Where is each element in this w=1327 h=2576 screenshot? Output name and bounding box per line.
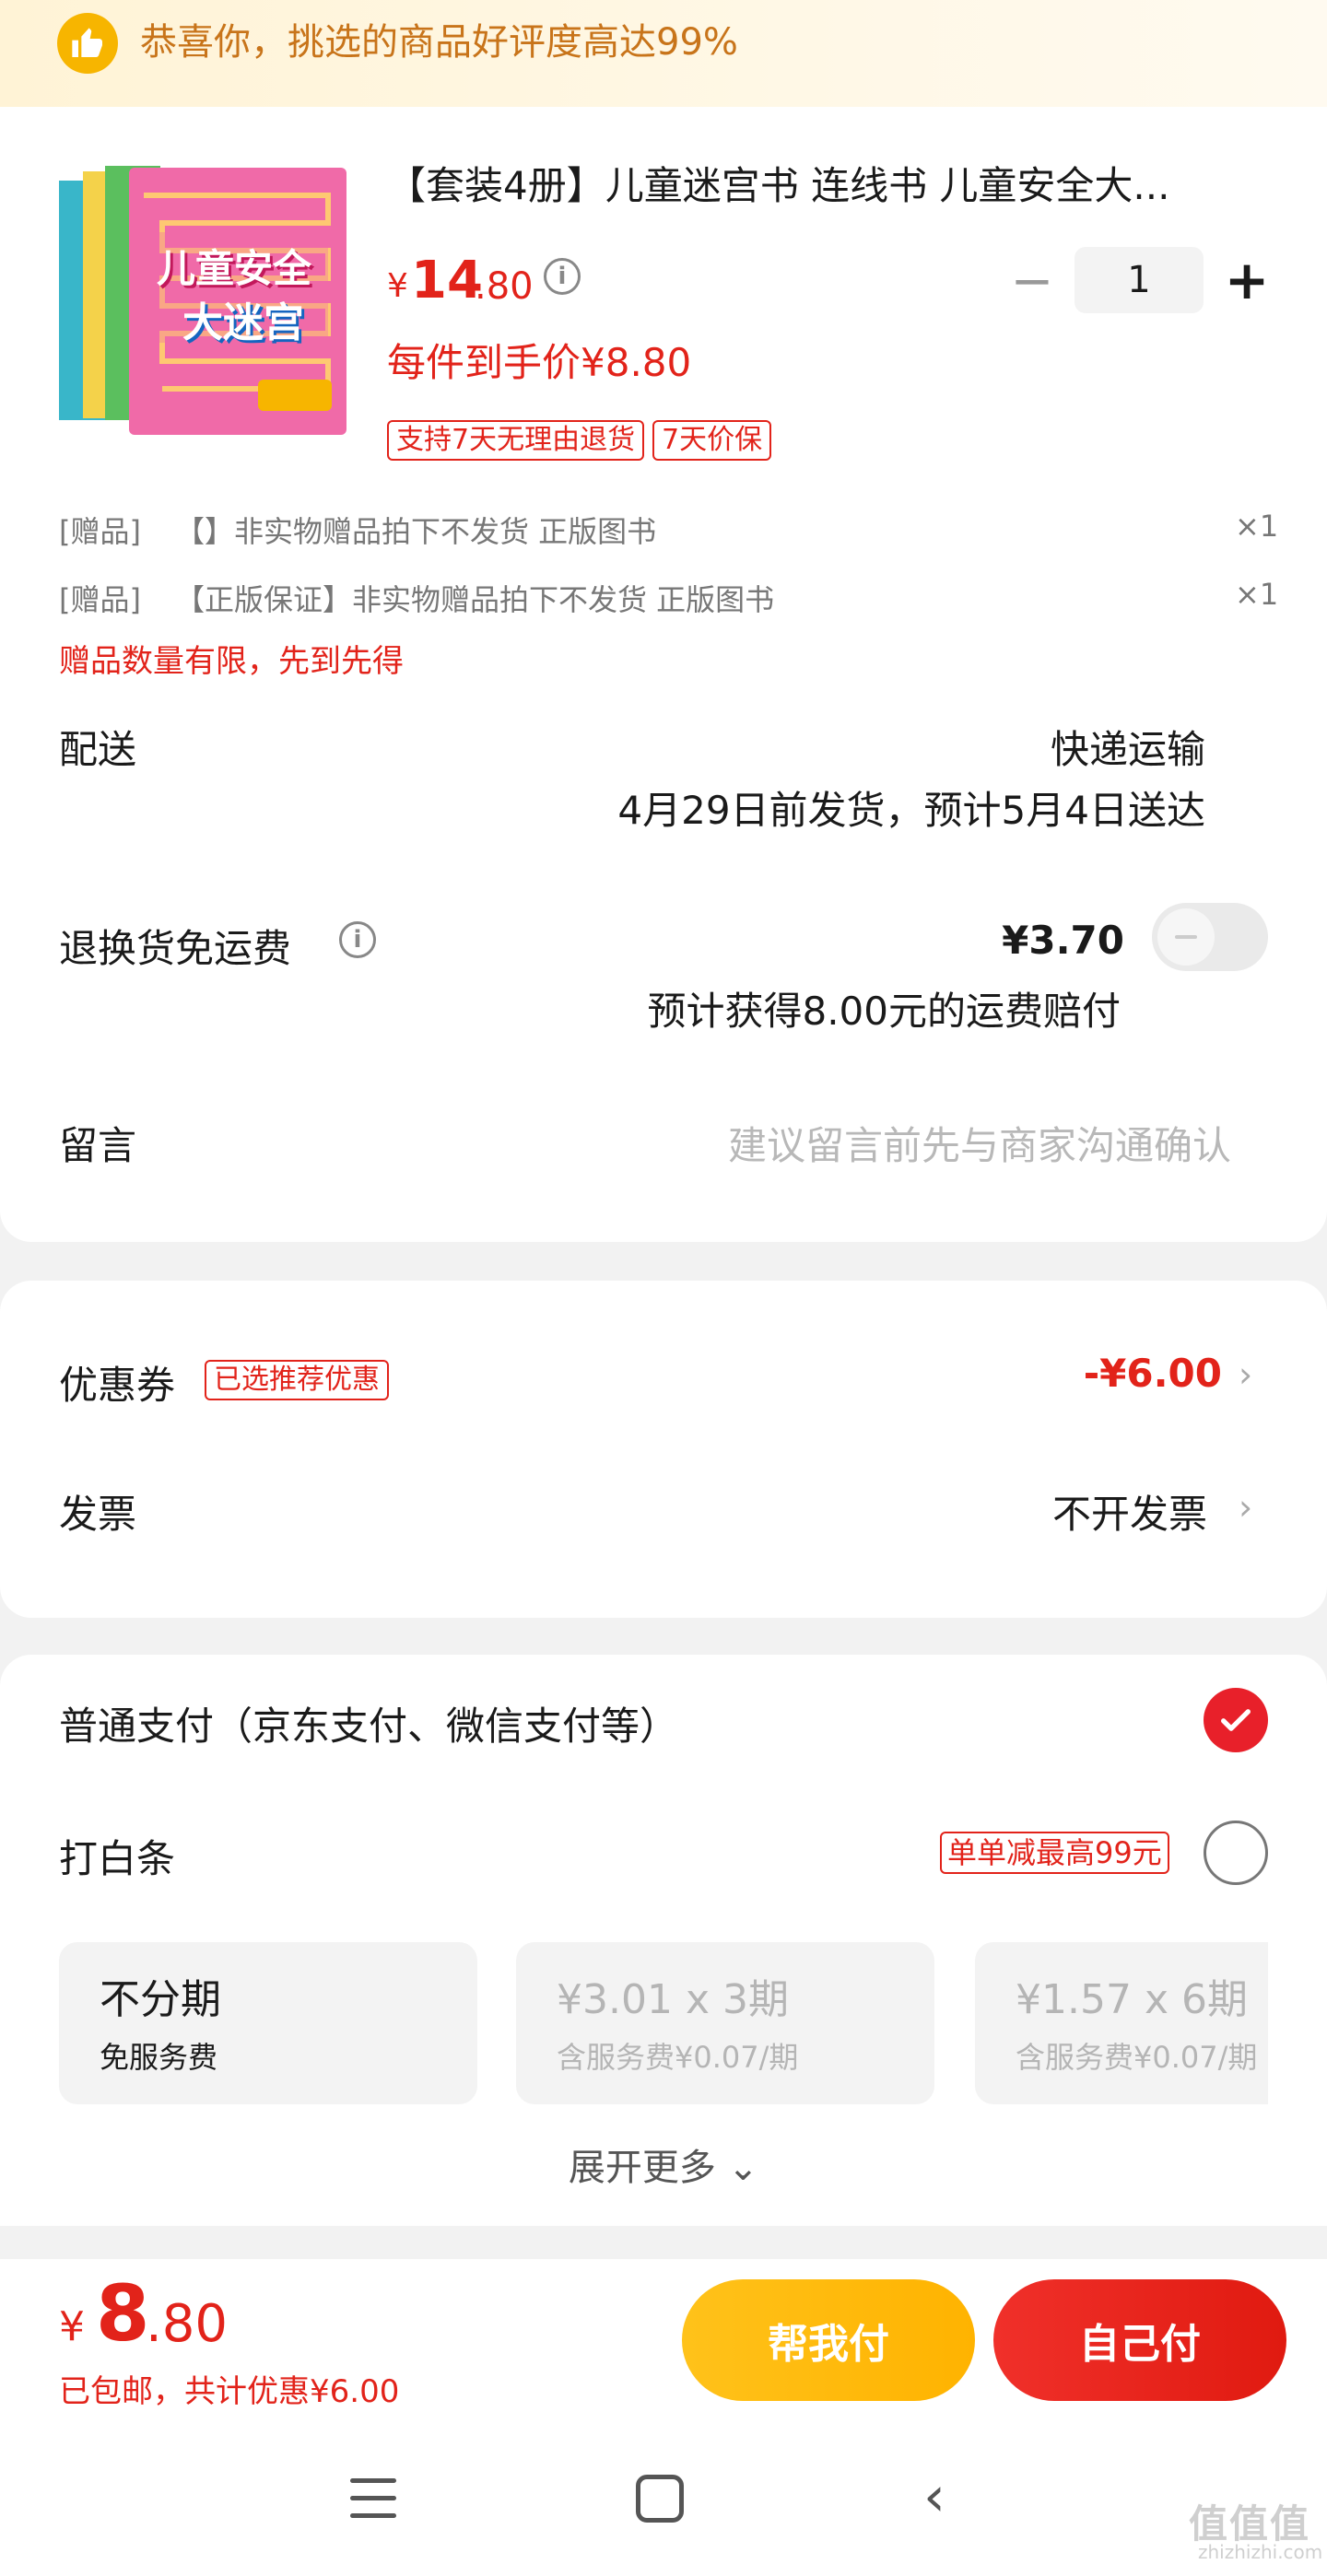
normal-payment-label[interactable]: 普通支付（京东支付、微信支付等） xyxy=(59,1695,678,1751)
invoice-value[interactable]: 不开发票 xyxy=(958,1483,1207,1540)
total-symbol: ¥ xyxy=(59,2303,85,2350)
delivery-label: 配送 xyxy=(59,727,137,772)
product-title[interactable]: 【套装4册】儿童迷宫书 连线书 儿童安全大... xyxy=(387,158,1253,214)
expand-more-button[interactable]: 展开更多 ⌄ xyxy=(479,2137,848,2191)
back-icon[interactable]: ‹ xyxy=(923,2469,945,2524)
baitiao-promo-tag: 单单减最高99元 xyxy=(940,1832,1169,1874)
gift-label: [赠品] xyxy=(59,582,141,617)
installment-sub: 含服务费¥0.07/期 xyxy=(557,2040,799,2075)
watermark-url: zhizhizhi.com xyxy=(1198,2541,1323,2563)
coupon-recommended-tag: 已选推荐优惠 xyxy=(205,1360,389,1400)
gift-text: 【】非实物赠品拍下不发货 正版图书 xyxy=(175,514,657,549)
gift-count: ×1 xyxy=(1235,577,1279,612)
menu-icon[interactable] xyxy=(350,2478,396,2521)
price-symbol: ¥ xyxy=(387,267,408,305)
banner-text: 恭喜你，挑选的商品好评度高达99% xyxy=(140,21,738,64)
gift-label: [赠品] xyxy=(59,514,141,549)
toggle-knob xyxy=(1157,908,1215,966)
product-image[interactable]: 儿童安全 大迷宫 xyxy=(55,158,348,440)
quantity-input[interactable]: 1 xyxy=(1075,247,1204,313)
invoice-label: 发票 xyxy=(59,1492,137,1537)
total-discount-note: 已包邮，共计优惠¥6.00 xyxy=(59,2373,400,2410)
delivery-method[interactable]: 快递运输 xyxy=(958,719,1205,775)
thumbs-up-icon xyxy=(57,13,118,74)
price-decimal: .80 xyxy=(475,265,534,308)
return-policy-tag: 支持7天无理由退货 xyxy=(387,420,645,461)
message-label: 留言 xyxy=(59,1123,137,1168)
discount-card xyxy=(0,1281,1327,1618)
cover-title-2: 大迷宫 xyxy=(182,299,304,346)
installment-sub: 免服务费 xyxy=(100,2040,218,2075)
gift-text: 【正版保证】非实物赠品拍下不发货 正版图书 xyxy=(175,582,775,617)
gift-note: 赠品数量有限，先到先得 xyxy=(59,643,404,680)
installment-option[interactable]: ¥3.01 x 3期 含服务费¥0.07/期 xyxy=(516,1942,934,2104)
installment-main: ¥1.57 x 6期 xyxy=(1016,1976,1248,2023)
price-protect-tag: 7天价保 xyxy=(652,420,772,461)
self-pay-button[interactable]: 自己付 xyxy=(993,2279,1286,2401)
quantity-decrease-button[interactable]: − xyxy=(1010,256,1054,308)
total-decimal: .80 xyxy=(146,2294,229,2354)
installment-main: ¥3.01 x 3期 xyxy=(557,1976,789,2023)
home-icon[interactable] xyxy=(636,2475,684,2523)
chevron-right-icon[interactable]: › xyxy=(1239,1354,1252,1395)
help-pay-button[interactable]: 帮我付 xyxy=(682,2279,975,2401)
installment-option[interactable]: ¥1.57 x 6期 含服务费¥0.07/期 xyxy=(975,1942,1268,2104)
coupon-label: 优惠券 xyxy=(59,1363,176,1408)
gift-count: ×1 xyxy=(1235,509,1279,544)
message-input[interactable]: 建议留言前先与商家沟通确认 xyxy=(645,1115,1231,1171)
return-shipping-toggle[interactable] xyxy=(1152,903,1268,971)
info-icon[interactable]: i xyxy=(544,258,581,295)
cover-title-1: 儿童安全 xyxy=(157,246,312,291)
price-integer: 14 xyxy=(411,251,483,310)
return-shipping-price: ¥3.70 xyxy=(1002,918,1124,963)
total-integer: 8 xyxy=(96,2268,150,2359)
installment-main: 不分期 xyxy=(100,1976,221,2023)
installment-sub: 含服务费¥0.07/期 xyxy=(1016,2040,1258,2075)
baitiao-label[interactable]: 打白条 xyxy=(59,1828,175,1884)
baitiao-radio[interactable] xyxy=(1204,1821,1268,1885)
quantity-increase-button[interactable]: + xyxy=(1224,253,1270,308)
chevron-right-icon[interactable]: › xyxy=(1239,1487,1252,1528)
shipping-compensation: 预计获得8.00元的运费赔付 xyxy=(647,989,1121,1034)
return-shipping-label: 退换货免运费 xyxy=(59,926,292,971)
check-icon[interactable] xyxy=(1204,1688,1268,1752)
installment-option[interactable]: 不分期 免服务费 xyxy=(59,1942,477,2104)
info-icon[interactable]: i xyxy=(339,921,376,958)
unit-price: 每件到手价¥8.80 xyxy=(387,340,692,385)
coupon-amount[interactable]: -¥6.00 xyxy=(1051,1351,1222,1396)
delivery-date: 4月29日前发货，预计5月4日送达 xyxy=(617,788,1205,833)
